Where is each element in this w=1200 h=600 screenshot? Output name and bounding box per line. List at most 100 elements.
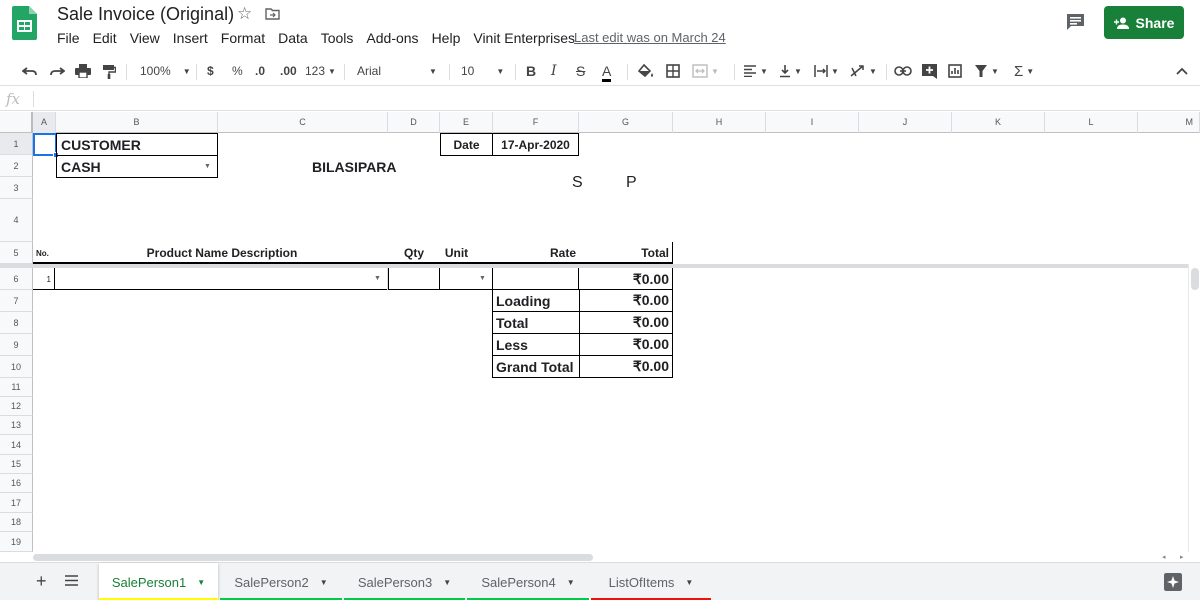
redo-icon[interactable] <box>49 62 65 80</box>
menu-add-ons[interactable]: Add-ons <box>366 30 418 48</box>
menu-tools[interactable]: Tools <box>321 30 354 48</box>
row-header-1[interactable]: 1 <box>0 133 33 155</box>
filter-icon[interactable]: ▼ <box>974 62 999 80</box>
column-header-c[interactable]: C <box>218 112 388 133</box>
column-header-g[interactable]: G <box>579 112 673 133</box>
horizontal-scrollbar[interactable] <box>33 552 1183 562</box>
sheets-logo-icon[interactable] <box>12 6 37 40</box>
row-header-4[interactable]: 4 <box>0 199 33 242</box>
row-header-6[interactable]: 6 <box>0 268 33 290</box>
summary-value-total[interactable]: ₹0.00 <box>579 311 673 334</box>
share-button[interactable]: Share <box>1104 6 1184 39</box>
column-header-j[interactable]: J <box>859 112 952 133</box>
font-select[interactable]: Arial ▼ <box>357 62 437 80</box>
strikethrough-button[interactable]: S <box>576 62 585 80</box>
row-header-12[interactable]: 12 <box>0 397 33 416</box>
sheet-tab-saleperson4[interactable]: SalePerson4 ▼ <box>467 563 589 600</box>
explore-icon[interactable] <box>1164 573 1182 591</box>
move-to-folder-icon[interactable] <box>265 8 280 20</box>
horizontal-scroll-thumb[interactable] <box>33 554 593 561</box>
last-edit-link[interactable]: Last edit was on March 24 <box>574 30 726 45</box>
font-size-select[interactable]: 10 ▼ <box>461 62 504 80</box>
product-dropdown-icon[interactable]: ▼ <box>374 275 381 282</box>
summary-label-loading[interactable]: Loading <box>492 289 580 312</box>
customer-dropdown-icon[interactable]: ▼ <box>204 163 211 170</box>
summary-label-grand-total[interactable]: Grand Total <box>492 355 580 378</box>
vertical-scrollbar[interactable] <box>1188 264 1200 552</box>
summary-value-loading[interactable]: ₹0.00 <box>579 289 673 312</box>
column-header-b[interactable]: B <box>56 112 218 133</box>
row-header-18[interactable]: 18 <box>0 513 33 532</box>
merge-cells-icon[interactable]: ▼ <box>692 62 719 80</box>
add-sheet-icon[interactable]: + <box>36 571 47 592</box>
scroll-right-arrow-icon[interactable]: ▸ <box>1180 553 1184 561</box>
summary-label-less[interactable]: Less <box>492 333 580 356</box>
row-header-11[interactable]: 11 <box>0 378 33 397</box>
column-header-i[interactable]: I <box>766 112 859 133</box>
fill-color-icon[interactable] <box>638 62 654 80</box>
collapse-toolbar-icon[interactable] <box>1176 62 1188 80</box>
zoom-select[interactable]: 100% ▼ <box>140 62 191 80</box>
row-header-8[interactable]: 8 <box>0 312 33 334</box>
document-title[interactable]: Sale Invoice (Original) <box>57 4 234 25</box>
row-header-3[interactable]: 3 <box>0 177 33 199</box>
date-label-cell[interactable]: Date <box>440 133 493 156</box>
qty-cell[interactable] <box>388 268 440 290</box>
bold-button[interactable]: B <box>526 62 536 80</box>
select-all-corner[interactable] <box>0 112 33 133</box>
product-cell[interactable] <box>56 268 388 290</box>
borders-icon[interactable] <box>666 62 680 80</box>
row-header-17[interactable]: 17 <box>0 493 33 513</box>
row-header-2[interactable]: 2 <box>0 155 33 177</box>
row-header-13[interactable]: 13 <box>0 416 33 435</box>
vertical-align-icon[interactable]: ▼ <box>779 62 802 80</box>
menu-data[interactable]: Data <box>278 30 308 48</box>
customer-value-cell[interactable]: CASH <box>56 155 218 178</box>
currency-format-button[interactable]: $ <box>207 62 214 80</box>
menu-help[interactable]: Help <box>432 30 461 48</box>
horizontal-align-icon[interactable]: ▼ <box>743 62 768 80</box>
column-header-d[interactable]: D <box>388 112 440 133</box>
formula-input[interactable] <box>40 90 1190 108</box>
menu-file[interactable]: File <box>57 30 80 48</box>
menu-insert[interactable]: Insert <box>173 30 208 48</box>
date-value-cell[interactable]: 17-Apr-2020 <box>492 133 579 156</box>
sheet-tab-saleperson3[interactable]: SalePerson3 ▼ <box>344 563 465 600</box>
column-header-a[interactable]: A <box>33 112 56 133</box>
unit-dropdown-icon[interactable]: ▼ <box>479 275 486 282</box>
menu-edit[interactable]: Edit <box>93 30 117 48</box>
functions-icon[interactable]: Σ ▼ <box>1014 62 1034 80</box>
star-icon[interactable]: ☆ <box>237 4 252 24</box>
italic-button[interactable]: I <box>551 62 557 80</box>
increase-decimal-button[interactable]: .00 <box>280 62 297 80</box>
undo-icon[interactable] <box>22 62 38 80</box>
summary-value-less[interactable]: ₹0.00 <box>579 333 673 356</box>
menu-view[interactable]: View <box>130 30 160 48</box>
menu-vinit-enterprises[interactable]: Vinit Enterprises <box>473 30 575 48</box>
summary-value-grand-total[interactable]: ₹0.00 <box>579 355 673 378</box>
column-header-l[interactable]: L <box>1045 112 1138 133</box>
row-header-16[interactable]: 16 <box>0 474 33 493</box>
row-header-19[interactable]: 19 <box>0 532 33 552</box>
sheet-tab-saleperson2[interactable]: SalePerson2 ▼ <box>220 563 342 600</box>
row-header-5[interactable]: 5 <box>0 242 33 264</box>
column-header-e[interactable]: E <box>440 112 493 133</box>
comment-icon[interactable] <box>1066 13 1085 31</box>
column-header-m[interactable]: M <box>1138 112 1200 133</box>
sheet-tab-listofitems[interactable]: ListOfItems ▼ <box>591 563 711 600</box>
summary-label-total[interactable]: Total <box>492 311 580 334</box>
rate-cell[interactable] <box>493 268 579 290</box>
column-header-f[interactable]: F <box>493 112 579 133</box>
insert-comment-icon[interactable] <box>922 62 937 80</box>
row-header-15[interactable]: 15 <box>0 455 33 474</box>
menu-format[interactable]: Format <box>221 30 265 48</box>
row-header-10[interactable]: 10 <box>0 356 33 378</box>
sheet-tab-saleperson1[interactable]: SalePerson1 ▼ <box>99 563 218 600</box>
row-header-14[interactable]: 14 <box>0 435 33 455</box>
text-wrapping-icon[interactable]: ▼ <box>814 62 839 80</box>
line-item-no[interactable]: 1 <box>33 268 55 290</box>
insert-chart-icon[interactable] <box>948 62 962 80</box>
more-formats-button[interactable]: 123 ▼ <box>305 62 336 80</box>
paint-format-icon[interactable] <box>102 62 116 80</box>
scroll-left-arrow-icon[interactable]: ◂ <box>1162 553 1166 561</box>
